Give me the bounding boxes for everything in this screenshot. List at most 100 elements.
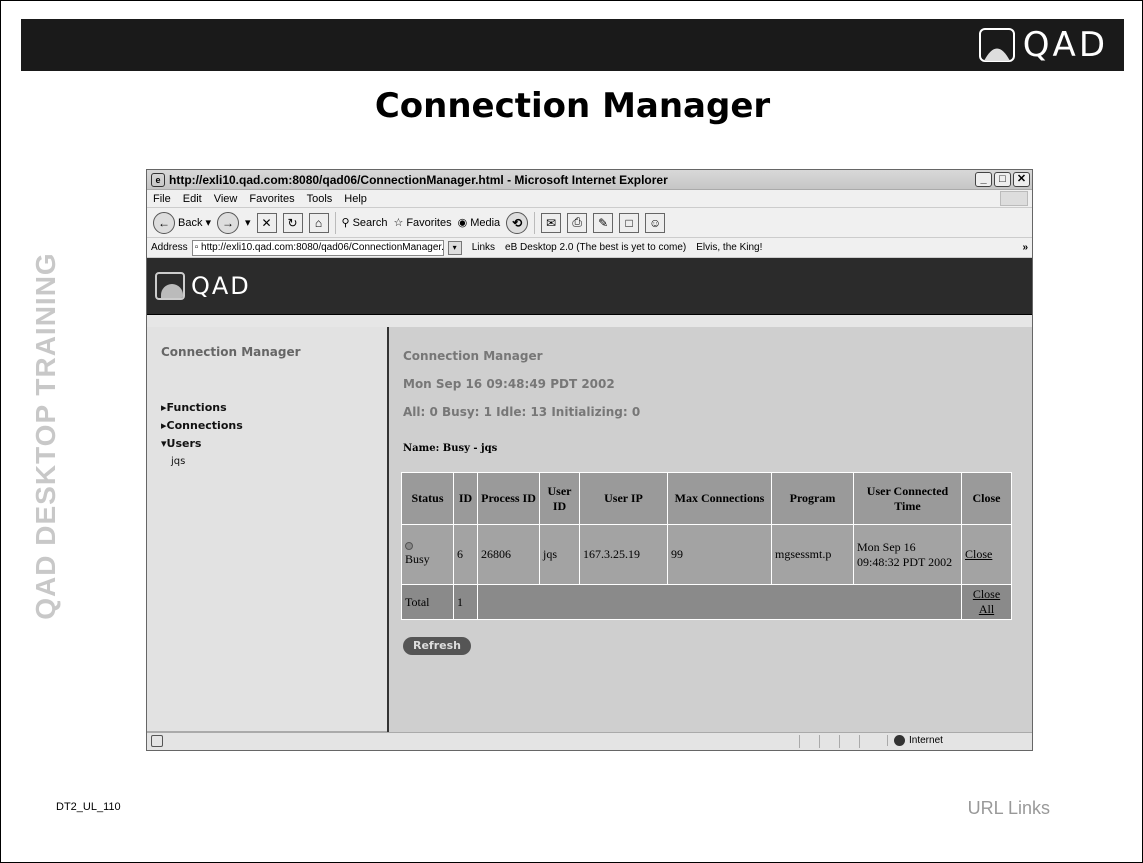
qad-logo-icon bbox=[978, 28, 1015, 62]
col-user-id: User ID bbox=[539, 472, 580, 525]
links-bar: Links eB Desktop 2.0 (The best is yet to… bbox=[472, 242, 763, 253]
mail-button[interactable]: ✉ bbox=[541, 212, 562, 233]
media-icon: ◉ bbox=[457, 217, 468, 229]
cell-program: mgsessmt.p bbox=[771, 524, 854, 585]
tree-item-users[interactable]: ▾Users bbox=[161, 435, 243, 453]
tree-item-user-jqs[interactable]: jqs bbox=[161, 453, 243, 471]
server-datetime: Mon Sep 16 09:48:49 PDT 2002 bbox=[403, 377, 615, 391]
browser-toolbar: ← Back ▾ → ▾ ✕ ↻ ⌂ ⚲ Search ☆ Favorites … bbox=[147, 208, 1032, 238]
col-process-id: Process ID bbox=[477, 472, 540, 525]
status-dot-icon bbox=[405, 542, 413, 550]
cell-id: 6 bbox=[453, 524, 478, 585]
status-cells bbox=[799, 735, 879, 748]
globe-icon bbox=[894, 735, 905, 746]
status-text: Busy bbox=[405, 552, 430, 566]
tree-item-connections[interactable]: ▸Connections bbox=[161, 417, 243, 435]
toolbar-separator bbox=[334, 211, 336, 234]
nav-tree: ▸Functions ▸Connections ▾Users jqs bbox=[161, 399, 243, 471]
col-id: ID bbox=[453, 472, 478, 525]
logo-text: QAD bbox=[1022, 25, 1108, 65]
history-button[interactable]: ⟲ bbox=[506, 211, 529, 234]
menu-file[interactable]: File bbox=[153, 193, 171, 205]
back-label: Back bbox=[178, 216, 203, 229]
search-icon: ⚲ bbox=[341, 217, 350, 229]
cell-connected-time: Mon Sep 16 09:48:32 PDT 2002 bbox=[853, 524, 962, 585]
col-max-connections: Max Connections bbox=[667, 472, 772, 525]
cell-close: Close bbox=[961, 524, 1012, 585]
refresh-page-button[interactable]: ↻ bbox=[282, 212, 303, 233]
nav-title: Connection Manager bbox=[161, 345, 301, 359]
col-program: Program bbox=[771, 472, 854, 525]
edit-button[interactable]: ✎ bbox=[593, 212, 614, 233]
col-user-ip: User IP bbox=[579, 472, 668, 525]
favorites-label: Favorites bbox=[406, 216, 452, 229]
cell-max-connections: 99 bbox=[667, 524, 772, 585]
col-connected-time: User Connected Time bbox=[853, 472, 962, 525]
minimize-button[interactable]: _ bbox=[975, 172, 992, 187]
status-cell bbox=[799, 735, 819, 748]
print-button[interactable]: ⎙ bbox=[567, 212, 588, 233]
stop-button[interactable]: ✕ bbox=[256, 212, 277, 233]
footer-topic: URL Links bbox=[967, 798, 1050, 818]
menu-tools[interactable]: Tools bbox=[307, 193, 333, 205]
forward-button[interactable]: → bbox=[217, 211, 239, 234]
search-label: Search bbox=[352, 216, 388, 229]
media-button[interactable]: ◉ Media bbox=[457, 216, 501, 230]
side-training-label: QAD DESKTOP TRAINING bbox=[30, 201, 61, 671]
address-label: Address bbox=[151, 242, 188, 253]
side-training-text: QAD DESKTOP TRAINING bbox=[30, 252, 61, 620]
media-label: Media bbox=[470, 216, 501, 229]
slide-title: Connection Manager bbox=[374, 86, 771, 126]
cell-close-all: Close All bbox=[961, 584, 1012, 620]
home-button[interactable]: ⌂ bbox=[308, 212, 329, 233]
banner-logo-icon bbox=[155, 272, 185, 300]
favorites-button[interactable]: ☆ Favorites bbox=[393, 216, 452, 230]
close-all-link[interactable]: Close All bbox=[973, 587, 1000, 616]
main-pane: Connection Manager Mon Sep 16 09:48:49 P… bbox=[389, 327, 1032, 745]
menu-favorites[interactable]: Favorites bbox=[249, 193, 294, 205]
tree-item-functions[interactable]: ▸Functions bbox=[161, 399, 243, 417]
total-count: 1 bbox=[453, 584, 478, 620]
address-input[interactable]: ▫ http://exli10.qad.com:8080/qad06/Conne… bbox=[191, 239, 444, 256]
nav-pane: Connection Manager ▸Functions ▸Connectio… bbox=[147, 327, 389, 745]
address-value: http://exli10.qad.com:8080/qad06/Connect… bbox=[201, 242, 444, 253]
status-cell bbox=[839, 735, 859, 748]
back-arrow-icon: ← bbox=[153, 211, 175, 234]
window-titlebar[interactable]: e http://exli10.qad.com:8080/qad06/Conne… bbox=[147, 170, 1032, 190]
menu-view[interactable]: View bbox=[214, 193, 238, 205]
maximize-button[interactable]: □ bbox=[994, 172, 1011, 187]
zone-label: Internet bbox=[909, 735, 943, 746]
security-zone: Internet bbox=[887, 735, 1007, 746]
cell-status: Busy bbox=[401, 524, 454, 585]
windows-flag-icon bbox=[1000, 191, 1028, 206]
link-elvis[interactable]: Elvis, the King! bbox=[696, 242, 762, 253]
back-button[interactable]: ← Back ▾ bbox=[153, 211, 211, 234]
cell-user-id: jqs bbox=[539, 524, 580, 585]
link-eb-desktop[interactable]: eB Desktop 2.0 (The best is yet to come) bbox=[505, 242, 686, 253]
menubar: File Edit View Favorites Tools Help bbox=[147, 190, 1032, 208]
toolbar-separator-2 bbox=[534, 211, 536, 234]
refresh-button[interactable]: Refresh bbox=[403, 637, 471, 655]
close-connection-link[interactable]: Close bbox=[965, 547, 992, 561]
total-empty-cell bbox=[477, 584, 962, 620]
banner-logo-text: QAD bbox=[191, 272, 251, 300]
close-window-button[interactable]: ✕ bbox=[1013, 172, 1030, 187]
address-dropdown-icon[interactable]: ▾ bbox=[447, 240, 462, 255]
total-row: Total 1 Close All bbox=[401, 584, 1012, 620]
messenger-button[interactable]: ☺ bbox=[645, 212, 666, 233]
menu-edit[interactable]: Edit bbox=[183, 193, 202, 205]
discuss-button[interactable]: □ bbox=[619, 212, 640, 233]
menu-help[interactable]: Help bbox=[344, 193, 367, 205]
chevron-more-icon[interactable]: » bbox=[1022, 242, 1028, 253]
status-cell bbox=[819, 735, 839, 748]
slide: QAD Connection Manager QAD DESKTOP TRAIN… bbox=[0, 0, 1143, 863]
top-band: QAD bbox=[21, 19, 1124, 71]
user-name-label: Name: Busy - jqs bbox=[403, 443, 498, 454]
search-button[interactable]: ⚲ Search bbox=[341, 216, 388, 230]
qad-logo: QAD bbox=[978, 25, 1108, 65]
forward-dropdown-icon[interactable]: ▾ bbox=[245, 216, 251, 229]
banner-logo: QAD bbox=[155, 272, 251, 300]
connections-table: Status ID Process ID User ID User IP Max… bbox=[401, 472, 1012, 620]
window-title: http://exli10.qad.com:8080/qad06/Connect… bbox=[169, 172, 668, 187]
connection-summary: All: 0 Busy: 1 Idle: 13 Initializing: 0 bbox=[403, 405, 641, 419]
